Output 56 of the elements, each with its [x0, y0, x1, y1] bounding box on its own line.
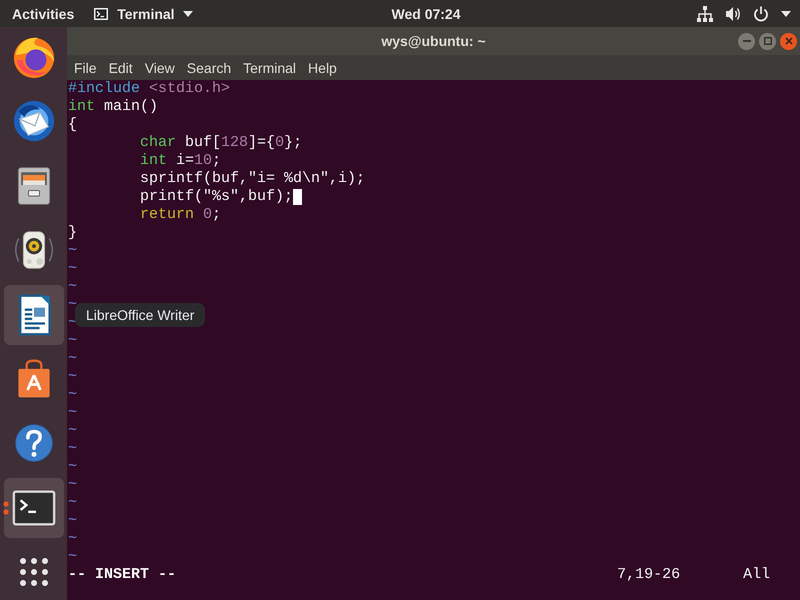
- code-line: int main(): [68, 98, 158, 116]
- code-line: printf("%s",buf);: [140, 188, 294, 206]
- network-icon: [697, 6, 713, 22]
- empty-line-marker: ~: [68, 242, 78, 260]
- code-line: sprintf(buf,"i= %d\n",i);: [140, 170, 366, 188]
- empty-line-marker: ~: [68, 512, 78, 530]
- caret-icon: [781, 10, 791, 16]
- empty-line-marker: ~: [68, 494, 78, 512]
- empty-line-marker: ~: [68, 422, 78, 440]
- empty-line-marker: ~: [68, 476, 78, 494]
- mode-indicator: -- INSERT --: [68, 566, 176, 584]
- empty-line-marker: ~: [68, 296, 78, 314]
- caret-icon: [182, 10, 193, 16]
- empty-line-marker: ~: [68, 386, 78, 404]
- close-button[interactable]: [780, 32, 797, 50]
- question-mark-icon: [12, 422, 54, 464]
- minimize-button[interactable]: [738, 32, 755, 50]
- minimize-icon: [742, 40, 750, 42]
- menu-item[interactable]: Terminal: [237, 56, 302, 78]
- empty-line-marker: ~: [68, 368, 78, 386]
- menu-item[interactable]: Edit: [102, 56, 139, 78]
- menu-item[interactable]: Help: [302, 56, 343, 78]
- menu-item[interactable]: File: [68, 56, 103, 78]
- empty-line-marker: ~: [68, 332, 78, 350]
- empty-line-marker: ~: [68, 260, 78, 278]
- empty-line-marker: ~: [68, 530, 78, 548]
- menu-item[interactable]: Search: [180, 56, 238, 78]
- clock-button[interactable]: Wed 07:24: [392, 2, 460, 24]
- power-icon: [753, 6, 769, 22]
- code-line: }: [68, 224, 78, 242]
- cursor-position: 7,19-26: [617, 566, 680, 584]
- code-line: int i=10;: [140, 152, 222, 170]
- volume-icon: [725, 6, 741, 22]
- terminal-icon: [94, 8, 108, 20]
- dock-item[interactable]: [4, 284, 64, 345]
- empty-line-marker: ~: [68, 440, 78, 458]
- activities-button[interactable]: Activities: [12, 2, 74, 24]
- app-menu-button[interactable]: Terminal: [94, 2, 193, 24]
- menu-item[interactable]: View: [138, 56, 181, 78]
- code-line: {: [68, 116, 78, 134]
- dock-item[interactable]: [4, 478, 64, 538]
- empty-line-marker: ~: [68, 350, 78, 368]
- scroll-position: All: [743, 566, 770, 584]
- dot-grid-icon: [18, 557, 48, 588]
- code-line: #include <stdio.h>: [68, 80, 230, 98]
- empty-line-marker: ~: [68, 404, 78, 422]
- code-line: return 0;: [140, 206, 222, 224]
- code-line: char buf[128]={0};: [140, 134, 302, 152]
- window-title: wys@ubuntu: ~: [381, 33, 486, 49]
- maximize-icon: [764, 37, 772, 45]
- empty-line-marker: ~: [68, 278, 78, 296]
- empty-line-marker: ~: [68, 548, 78, 566]
- tooltip: LibreOffice Writer: [75, 303, 206, 327]
- close-icon: [784, 37, 792, 45]
- maximize-button[interactable]: [759, 32, 776, 50]
- empty-line-marker: ~: [68, 458, 78, 476]
